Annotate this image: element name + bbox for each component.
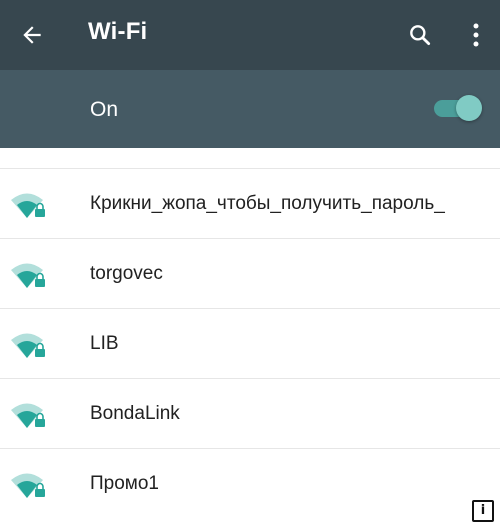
app-bar: Wi-Fi — [0, 0, 500, 70]
search-icon — [410, 25, 431, 46]
network-ssid: Промо1 — [90, 473, 159, 494]
back-button[interactable] — [12, 15, 52, 55]
network-ssid: LIB — [90, 333, 119, 354]
wifi-lock-icon — [11, 403, 45, 428]
page-title: Wi-Fi — [88, 18, 148, 45]
network-row[interactable]: Промо1 — [0, 449, 500, 519]
more-options-button[interactable] — [456, 15, 496, 55]
list-top-spacer — [0, 148, 500, 169]
network-list: Крикни_жопа_чтобы_получить_пароль_ torgo… — [0, 169, 500, 519]
network-ssid: Крикни_жопа_чтобы_получить_пароль_ — [90, 193, 445, 214]
toggle-thumb — [456, 95, 482, 121]
network-row[interactable]: LIB — [0, 309, 500, 379]
wifi-lock-icon — [11, 333, 45, 358]
wifi-master-switch-bar[interactable]: On — [0, 70, 500, 148]
network-ssid: torgovec — [90, 263, 163, 284]
network-ssid: BondaLink — [90, 403, 180, 424]
wifi-toggle[interactable] — [434, 95, 484, 121]
more-vert-icon — [473, 23, 479, 47]
wifi-lock-icon — [11, 473, 45, 498]
network-row[interactable]: BondaLink — [0, 379, 500, 449]
switch-label: On — [90, 98, 119, 121]
watermark-icon: i — [472, 500, 494, 522]
wifi-lock-icon — [11, 263, 45, 288]
arrow-back-icon — [23, 26, 41, 44]
network-row[interactable]: Крикни_жопа_чтобы_получить_пароль_ — [0, 169, 500, 239]
wifi-lock-icon — [11, 193, 45, 218]
search-button[interactable] — [400, 15, 440, 55]
network-row[interactable]: torgovec — [0, 239, 500, 309]
